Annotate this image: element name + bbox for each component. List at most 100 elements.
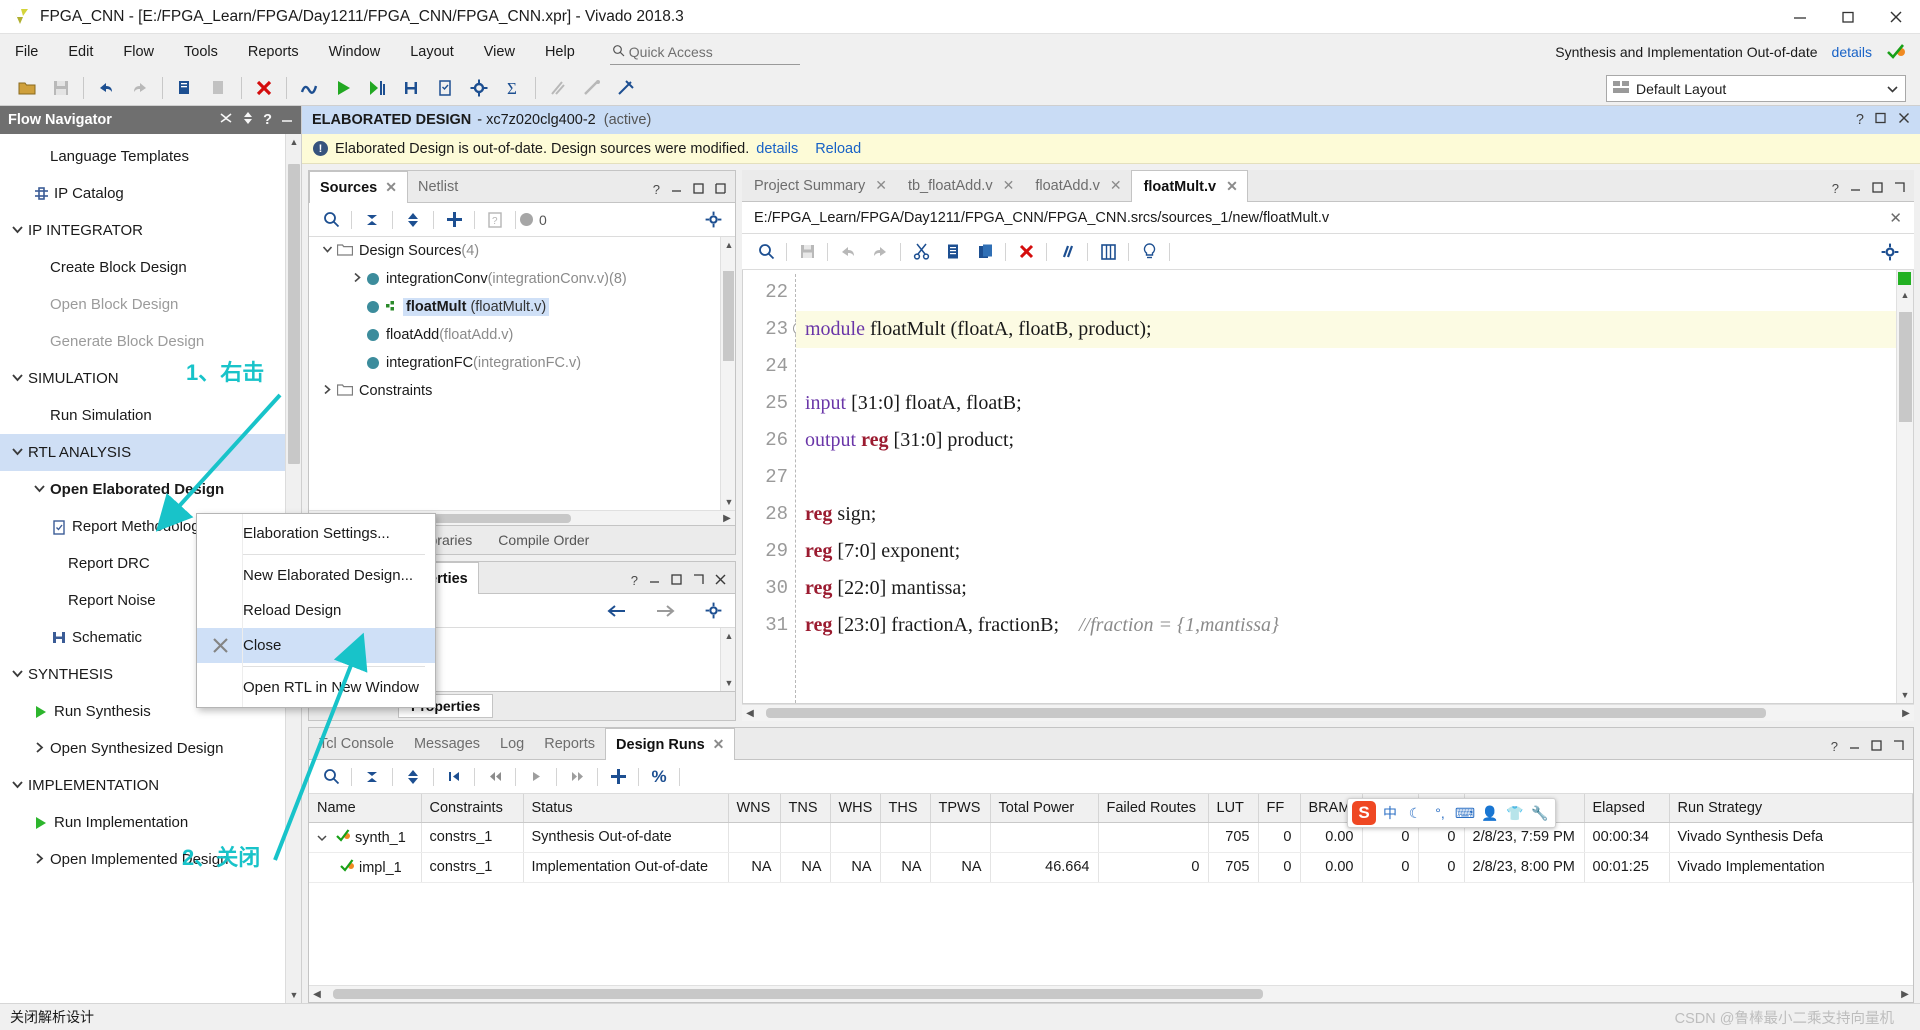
menu-file[interactable]: File xyxy=(0,34,53,70)
flow-nav-item-rtl-analysis[interactable]: RTL ANALYSIS xyxy=(0,434,301,471)
comment-icon[interactable] xyxy=(1051,238,1083,266)
cut-icon[interactable] xyxy=(905,238,937,266)
chevron-down-icon[interactable] xyxy=(8,224,26,238)
go-first-icon[interactable] xyxy=(438,763,470,791)
punctuation-icon[interactable]: °, xyxy=(1429,801,1451,825)
close-icon[interactable]: ✕ xyxy=(1110,177,1122,194)
wrench-icon[interactable]: 🔧 xyxy=(1529,801,1551,825)
code-line[interactable]: reg [7:0] exponent; xyxy=(796,533,1913,570)
minimize-panel-icon[interactable] xyxy=(281,112,293,128)
flow-nav-item-run-implementation[interactable]: Run Implementation xyxy=(0,804,301,841)
keyboard-icon[interactable]: ⌨ xyxy=(1454,801,1476,825)
save-icon[interactable] xyxy=(44,73,78,103)
scroll-down-arrow[interactable]: ▼ xyxy=(721,494,735,510)
file-properties-icon[interactable]: ? xyxy=(479,206,511,234)
flow-nav-item-language-templates[interactable]: Language Templates xyxy=(0,138,301,175)
message-count-badge[interactable]: 0 xyxy=(520,212,547,228)
maximize-button[interactable] xyxy=(1824,0,1872,34)
close-icon[interactable]: ✕ xyxy=(385,179,397,196)
design-runs-hscrollbar[interactable]: ◀ ▶ xyxy=(309,985,1913,1002)
flow-nav-item-create-block-design[interactable]: Create Block Design xyxy=(0,249,301,286)
maximize-panel-icon[interactable] xyxy=(671,573,682,588)
sogou-logo-icon[interactable]: S xyxy=(1352,801,1376,825)
help-icon[interactable]: ? xyxy=(263,112,272,128)
forward-arrow-icon[interactable] xyxy=(649,597,681,625)
code-vscrollbar[interactable]: ▲ ▼ xyxy=(1896,270,1913,703)
runs-col-total-power[interactable]: Total Power xyxy=(990,794,1099,823)
scroll-thumb[interactable] xyxy=(333,989,1263,999)
scroll-left-arrow[interactable]: ◀ xyxy=(309,989,325,1000)
bottom-tab-messages[interactable]: Messages xyxy=(403,728,491,759)
help-icon[interactable]: ? xyxy=(1856,112,1864,128)
sources-settings-gear-icon[interactable] xyxy=(697,206,729,234)
ime-floating-toolbar[interactable]: S 中 ☾ °, ⌨ 👤 👕 🔧 xyxy=(1347,798,1556,828)
collapse-all-icon[interactable] xyxy=(219,111,233,129)
float-panel-icon[interactable] xyxy=(1893,739,1904,754)
go-prev-icon[interactable] xyxy=(479,763,511,791)
menu-help[interactable]: Help xyxy=(530,34,590,70)
go-last-icon[interactable] xyxy=(561,763,593,791)
paste-icon[interactable] xyxy=(202,73,236,103)
code-line[interactable] xyxy=(796,348,1913,385)
collapse-all-icon[interactable] xyxy=(356,763,388,791)
flow-nav-item-run-simulation[interactable]: Run Simulation xyxy=(0,397,301,434)
scroll-up-arrow[interactable]: ▲ xyxy=(1897,287,1913,303)
save-file-icon[interactable] xyxy=(791,238,823,266)
help-icon[interactable]: ? xyxy=(1832,181,1839,196)
code-line[interactable]: module floatMult (floatA, floatB, produc… xyxy=(796,311,1913,348)
maximize-panel-icon[interactable] xyxy=(1872,181,1883,196)
chinese-mode-icon[interactable]: 中 xyxy=(1379,801,1401,825)
runs-col-lut[interactable]: LUT xyxy=(1208,794,1259,823)
bottom-tab-tcl-console[interactable]: Tcl Console xyxy=(309,728,404,759)
flow-nav-item-open-synthesized-design[interactable]: Open Synthesized Design xyxy=(0,730,301,767)
warning-reload-link[interactable]: Reload xyxy=(815,141,861,157)
code-line[interactable]: input [31:0] floatA, floatB; xyxy=(796,385,1913,422)
runs-col-tns[interactable]: TNS xyxy=(780,794,831,823)
menu-flow[interactable]: Flow xyxy=(108,34,169,70)
editor-tab-floatmult-v[interactable]: floatMult.v ✕ xyxy=(1130,170,1248,202)
code-view[interactable]: 22 23− 24 25 26 27 28 29 30 31 module floatMult (… xyxy=(742,270,1914,704)
close-icon[interactable]: ✕ xyxy=(713,736,725,753)
shirt-icon[interactable]: 👕 xyxy=(1504,801,1526,825)
close-icon[interactable]: ✕ xyxy=(1226,178,1238,195)
paste-icon[interactable] xyxy=(969,238,1001,266)
minimize-button[interactable] xyxy=(1776,0,1824,34)
expand-all-icon[interactable] xyxy=(397,206,429,234)
menu-tools[interactable]: Tools xyxy=(169,34,233,70)
close-icon[interactable]: ✕ xyxy=(1003,177,1015,194)
minimize-panel-icon[interactable] xyxy=(1850,181,1861,196)
runs-col-ths[interactable]: THS xyxy=(880,794,931,823)
menu-reports[interactable]: Reports xyxy=(233,34,314,70)
copy-icon[interactable] xyxy=(937,238,969,266)
float-panel-icon[interactable] xyxy=(715,182,726,197)
runs-col-status[interactable]: Status xyxy=(523,794,729,823)
runs-col-wns[interactable]: WNS xyxy=(728,794,781,823)
float-panel-icon[interactable] xyxy=(1894,181,1905,196)
minimize-panel-icon[interactable] xyxy=(1849,739,1860,754)
maximize-panel-icon[interactable] xyxy=(1871,739,1882,754)
status-details-link[interactable]: details xyxy=(1832,44,1872,60)
collapse-all-icon[interactable] xyxy=(356,206,388,234)
properties-settings-gear-icon[interactable] xyxy=(697,597,729,625)
source-tree-item[interactable]: floatMult (floatMult.v) xyxy=(309,293,735,321)
close-panel-icon[interactable] xyxy=(1898,112,1910,128)
search-icon[interactable] xyxy=(315,206,347,234)
editor-settings-gear-icon[interactable] xyxy=(1874,238,1906,266)
source-tree-item[interactable]: integrationFC (integrationFC.v) xyxy=(309,349,735,377)
marker1-icon[interactable] xyxy=(541,73,575,103)
bottom-tab-log[interactable]: Log xyxy=(490,728,535,759)
flow-nav-item-implementation[interactable]: IMPLEMENTATION xyxy=(0,767,301,804)
runs-col-failed-routes[interactable]: Failed Routes xyxy=(1098,794,1209,823)
run-icon[interactable] xyxy=(326,73,360,103)
scroll-right-arrow[interactable]: ▶ xyxy=(1897,989,1913,1000)
columns-icon[interactable] xyxy=(1092,238,1124,266)
scroll-down-arrow[interactable]: ▼ xyxy=(1897,687,1913,703)
subtab-compile-order[interactable]: Compile Order xyxy=(486,529,601,551)
back-arrow-icon[interactable] xyxy=(601,597,633,625)
scroll-up-arrow[interactable]: ▲ xyxy=(721,628,737,644)
redo-icon[interactable] xyxy=(864,238,896,266)
runs-col-whs[interactable]: WHS xyxy=(830,794,881,823)
minimize-panel-icon[interactable] xyxy=(671,182,682,197)
sources-tree[interactable]: Design Sources (4) integrationConv (integ… xyxy=(309,237,735,510)
source-tree-item[interactable]: Constraints xyxy=(309,377,735,405)
